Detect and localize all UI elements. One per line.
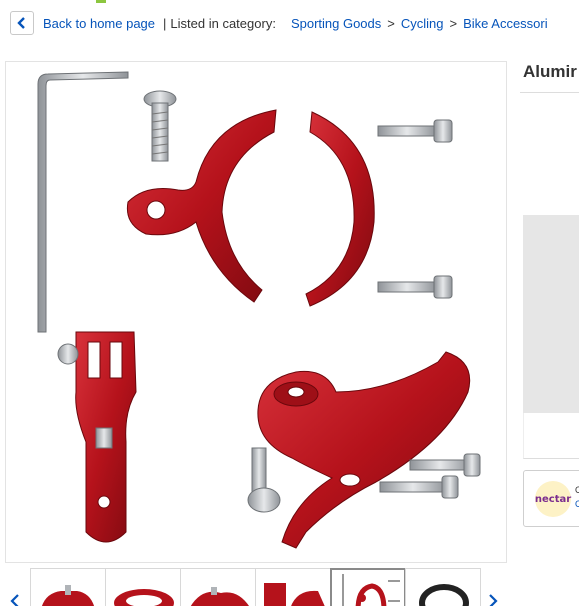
- thumbnail-image: [190, 587, 249, 606]
- nectar-promo[interactable]: nectar C C: [523, 470, 579, 527]
- thumbnail-1[interactable]: [30, 568, 106, 606]
- thumbnail-image: [419, 584, 469, 606]
- thumbnail-3[interactable]: [180, 568, 256, 606]
- thumbnail-image: [264, 583, 325, 606]
- breadcrumb-separator: |: [163, 15, 167, 31]
- title-divider: [520, 92, 579, 93]
- chevron-right-icon: [489, 594, 498, 606]
- thumbnail-strip: [0, 568, 579, 606]
- chevron-left-icon: [10, 594, 19, 606]
- thumbnail-2[interactable]: [105, 568, 181, 606]
- listed-in-label: Listed in category:: [170, 15, 276, 31]
- main-product-image[interactable]: [5, 61, 507, 563]
- breadcrumb-chevron: >: [449, 15, 458, 31]
- header-accent-bar: [96, 0, 106, 3]
- breadcrumb-category-sporting-goods[interactable]: Sporting Goods: [291, 16, 381, 31]
- price-panel: [523, 215, 579, 413]
- product-photo: [37, 71, 481, 549]
- back-link[interactable]: Back to home page: [43, 16, 155, 31]
- product-title: Alumir: [523, 62, 577, 81]
- nectar-text-line-2[interactable]: C: [575, 499, 579, 509]
- thumbnail-4[interactable]: [255, 568, 331, 606]
- price-panel-footer: [523, 413, 579, 459]
- breadcrumb: Back to home page | Listed in category: …: [10, 11, 548, 35]
- thumbnail-5[interactable]: [330, 568, 406, 606]
- thumbnail-image: [114, 589, 174, 606]
- chevron-left-icon: [17, 17, 25, 29]
- thumbnail-prev-button[interactable]: [10, 592, 20, 606]
- thumbnail-6[interactable]: [405, 568, 481, 606]
- breadcrumb-category-bike-accessories[interactable]: Bike Accessori: [463, 16, 548, 31]
- thumbnail-image: [41, 585, 95, 606]
- nectar-logo: nectar: [535, 481, 571, 517]
- thumbnail-next-button[interactable]: [488, 592, 498, 606]
- breadcrumb-chevron: >: [387, 15, 395, 31]
- breadcrumb-category-cycling[interactable]: Cycling: [401, 16, 444, 31]
- thumbnail-image: [342, 574, 400, 606]
- back-button[interactable]: [10, 11, 34, 35]
- nectar-text-line-1: C: [575, 485, 579, 495]
